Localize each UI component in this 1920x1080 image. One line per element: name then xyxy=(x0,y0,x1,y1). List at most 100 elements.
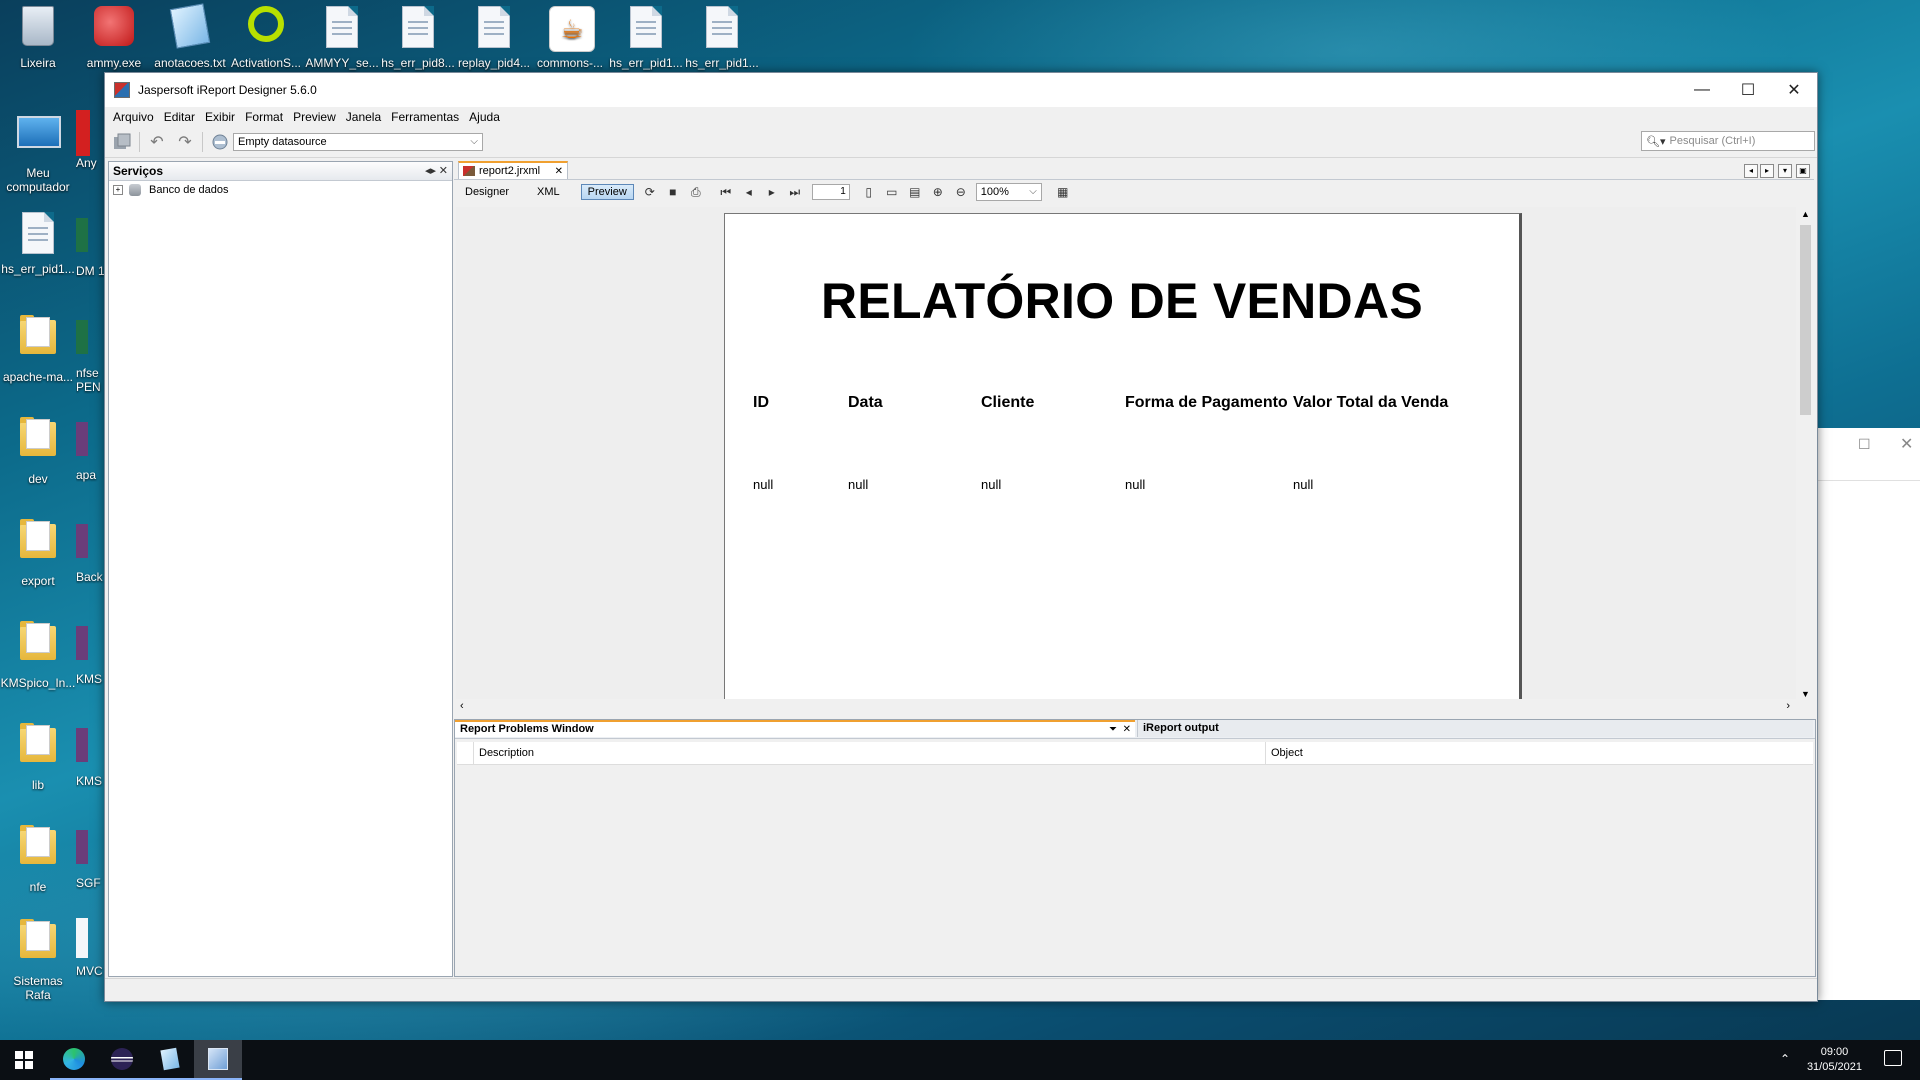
minimize-panel-icon[interactable]: ⏷ xyxy=(1109,723,1117,737)
desktop-icon-mvc[interactable]: MVC xyxy=(76,918,106,978)
tab-report-problems[interactable]: Report Problems Window ⏷ ✕ xyxy=(455,720,1135,737)
expand-icon[interactable]: + xyxy=(113,185,123,195)
page-number-input[interactable]: 1 xyxy=(811,184,850,200)
desktop-icon-hs-err-pid1-b[interactable]: hs_err_pid1... xyxy=(684,6,760,70)
taskbar-eclipse[interactable] xyxy=(98,1040,146,1080)
search-input[interactable]: 🔍︎▾ Pesquisar (Ctrl+I) xyxy=(1641,131,1815,151)
desktop-icon-ammyy-se[interactable]: AMMYY_se... xyxy=(304,6,380,70)
desktop-icon-ammy[interactable]: ammy.exe xyxy=(76,6,152,70)
previous-page-icon[interactable]: ◂ xyxy=(742,185,756,199)
menu-ajuda[interactable]: Ajuda xyxy=(469,110,500,124)
view-designer[interactable]: Designer xyxy=(458,184,516,200)
minimize-panel-icon[interactable]: ◂▸ xyxy=(425,164,436,177)
scroll-up-icon[interactable]: ▲ xyxy=(1801,209,1810,219)
desktop-icon-any[interactable]: Any xyxy=(76,110,106,170)
desktop-icon-hs-err-pid8[interactable]: hs_err_pid8... xyxy=(380,6,456,70)
desktop-icon-sistemas-rafa[interactable]: Sistemas Rafa xyxy=(0,918,76,1002)
close-icon: ✕ xyxy=(1900,436,1914,453)
notification-icon[interactable] xyxy=(1884,1050,1902,1066)
show-hidden-icons-icon[interactable]: ⌃ xyxy=(1780,1052,1790,1066)
export-icon[interactable]: ▦ xyxy=(1056,185,1070,199)
scroll-right-icon[interactable]: ▸ xyxy=(1760,164,1774,178)
menu-preview[interactable]: Preview xyxy=(293,110,336,124)
menu-format[interactable]: Format xyxy=(245,110,283,124)
tree-item-banco-de-dados[interactable]: + Banco de dados xyxy=(113,184,452,196)
scroll-right-icon[interactable]: › xyxy=(1786,700,1790,712)
desktop-icon-anotacoes[interactable]: anotacoes.txt xyxy=(152,3,228,70)
notepad-icon xyxy=(160,1047,180,1071)
desktop-icon-commons[interactable]: ☕ commons-... xyxy=(532,6,608,70)
desktop-icon-nfse[interactable]: nfse PEN xyxy=(76,314,106,394)
desktop-icon-kmspico[interactable]: KMSpico_In... xyxy=(0,620,76,690)
reload-icon[interactable]: ⟳ xyxy=(643,185,657,199)
desktop-icon-nfe[interactable]: nfe xyxy=(0,824,76,894)
view-xml[interactable]: XML xyxy=(530,184,567,200)
close-panel-icon[interactable]: ✕ xyxy=(1123,723,1131,737)
redo-icon[interactable]: ↷ xyxy=(174,131,196,153)
desktop-icon-apache-ma[interactable]: apache-ma... xyxy=(0,314,76,384)
tab-ireport-output[interactable]: iReport output xyxy=(1137,720,1813,737)
desktop-icon-dm[interactable]: DM 1 xyxy=(76,212,106,278)
taskbar-edge[interactable] xyxy=(50,1040,98,1080)
desktop-icon-lib[interactable]: lib xyxy=(0,722,76,792)
scroll-left-icon[interactable]: ‹ xyxy=(460,700,464,712)
desktop-icon-sgf[interactable]: SGF xyxy=(76,824,106,890)
save-all-icon[interactable] xyxy=(111,131,133,153)
menu-editar[interactable]: Editar xyxy=(164,110,195,124)
datasource-icon[interactable] xyxy=(209,131,231,153)
system-clock[interactable]: 09:00 31/05/2021 xyxy=(1807,1045,1862,1075)
menu-arquivo[interactable]: Arquivo xyxy=(113,110,154,124)
desktop-icon-kms-a[interactable]: KMS xyxy=(76,620,106,686)
taskbar-notepad[interactable] xyxy=(146,1040,194,1080)
undo-icon[interactable]: ↶ xyxy=(146,131,168,153)
desktop-icon-back[interactable]: Back xyxy=(76,518,106,584)
horizontal-scrollbar[interactable]: ‹ › xyxy=(456,699,1796,715)
close-panel-icon[interactable]: ✕ xyxy=(439,164,448,177)
view-preview[interactable]: Preview xyxy=(580,184,634,200)
desktop-icon-meu-computador[interactable]: Meu computador xyxy=(0,110,76,194)
desktop-icon-hs-err-pid1-c[interactable]: hs_err_pid1... xyxy=(0,212,76,276)
next-page-icon[interactable]: ▸ xyxy=(765,185,779,199)
menu-janela[interactable]: Janela xyxy=(346,110,381,124)
desktop-icon-activation[interactable]: ActivationS... xyxy=(228,6,304,70)
maximize-editor-icon[interactable]: ▣ xyxy=(1796,164,1810,178)
close-button[interactable]: ✕ xyxy=(1771,73,1817,107)
datasource-select[interactable]: Empty datasource ⌵ xyxy=(233,133,483,151)
first-page-icon[interactable]: ⏮ xyxy=(719,185,733,199)
close-tab-icon[interactable]: ✕ xyxy=(555,166,563,177)
toolbar-separator xyxy=(139,132,140,152)
taskbar-ireport[interactable] xyxy=(194,1040,242,1080)
menu-ferramentas[interactable]: Ferramentas xyxy=(391,110,459,124)
title-bar[interactable]: Jaspersoft iReport Designer 5.6.0 — ☐ ✕ xyxy=(105,73,1817,107)
folder-icon xyxy=(17,621,59,672)
actual-size-icon[interactable]: ▯ xyxy=(862,185,876,199)
last-page-icon[interactable]: ⏭ xyxy=(788,185,802,199)
zoom-out-icon[interactable]: ⊖ xyxy=(954,185,968,199)
desktop-icon-export[interactable]: export xyxy=(0,518,76,588)
menu-exibir[interactable]: Exibir xyxy=(205,110,235,124)
print-icon[interactable]: ⎙ xyxy=(689,185,703,199)
minimize-button[interactable]: — xyxy=(1679,73,1725,107)
desktop-icon-kms-b[interactable]: KMS xyxy=(76,722,106,788)
fit-width-icon[interactable]: ▤ xyxy=(908,185,922,199)
maximize-button[interactable]: ☐ xyxy=(1725,73,1771,107)
desktop-icon-dev[interactable]: dev xyxy=(0,416,76,486)
zoom-in-icon[interactable]: ⊕ xyxy=(931,185,945,199)
fit-page-icon[interactable]: ▭ xyxy=(885,185,899,199)
zoom-select[interactable]: 100% ⌵ xyxy=(975,183,1042,201)
start-button[interactable] xyxy=(0,1040,48,1080)
save-icon[interactable]: ■ xyxy=(666,185,680,199)
scroll-left-icon[interactable]: ◂ xyxy=(1744,164,1758,178)
desktop-icon-apa[interactable]: apa xyxy=(76,416,106,482)
desktop-icon-lixeira[interactable]: Lixeira xyxy=(0,6,76,70)
problems-tabs: Report Problems Window ⏷ ✕ iReport outpu… xyxy=(455,720,1815,739)
tab-report2[interactable]: report2.jrxml ✕ xyxy=(458,161,568,179)
column-object[interactable]: Object xyxy=(1271,747,1303,759)
scroll-thumb[interactable] xyxy=(1800,225,1811,415)
column-description[interactable]: Description xyxy=(479,747,534,759)
scroll-down-icon[interactable]: ▼ xyxy=(1801,689,1810,699)
tab-list-icon[interactable]: ▾ xyxy=(1778,164,1792,178)
vertical-scrollbar[interactable]: ▲ ▼ xyxy=(1797,207,1814,701)
desktop-icon-hs-err-pid1-a[interactable]: hs_err_pid1... xyxy=(608,6,684,70)
desktop-icon-replay-pid4[interactable]: replay_pid4... xyxy=(456,6,532,70)
